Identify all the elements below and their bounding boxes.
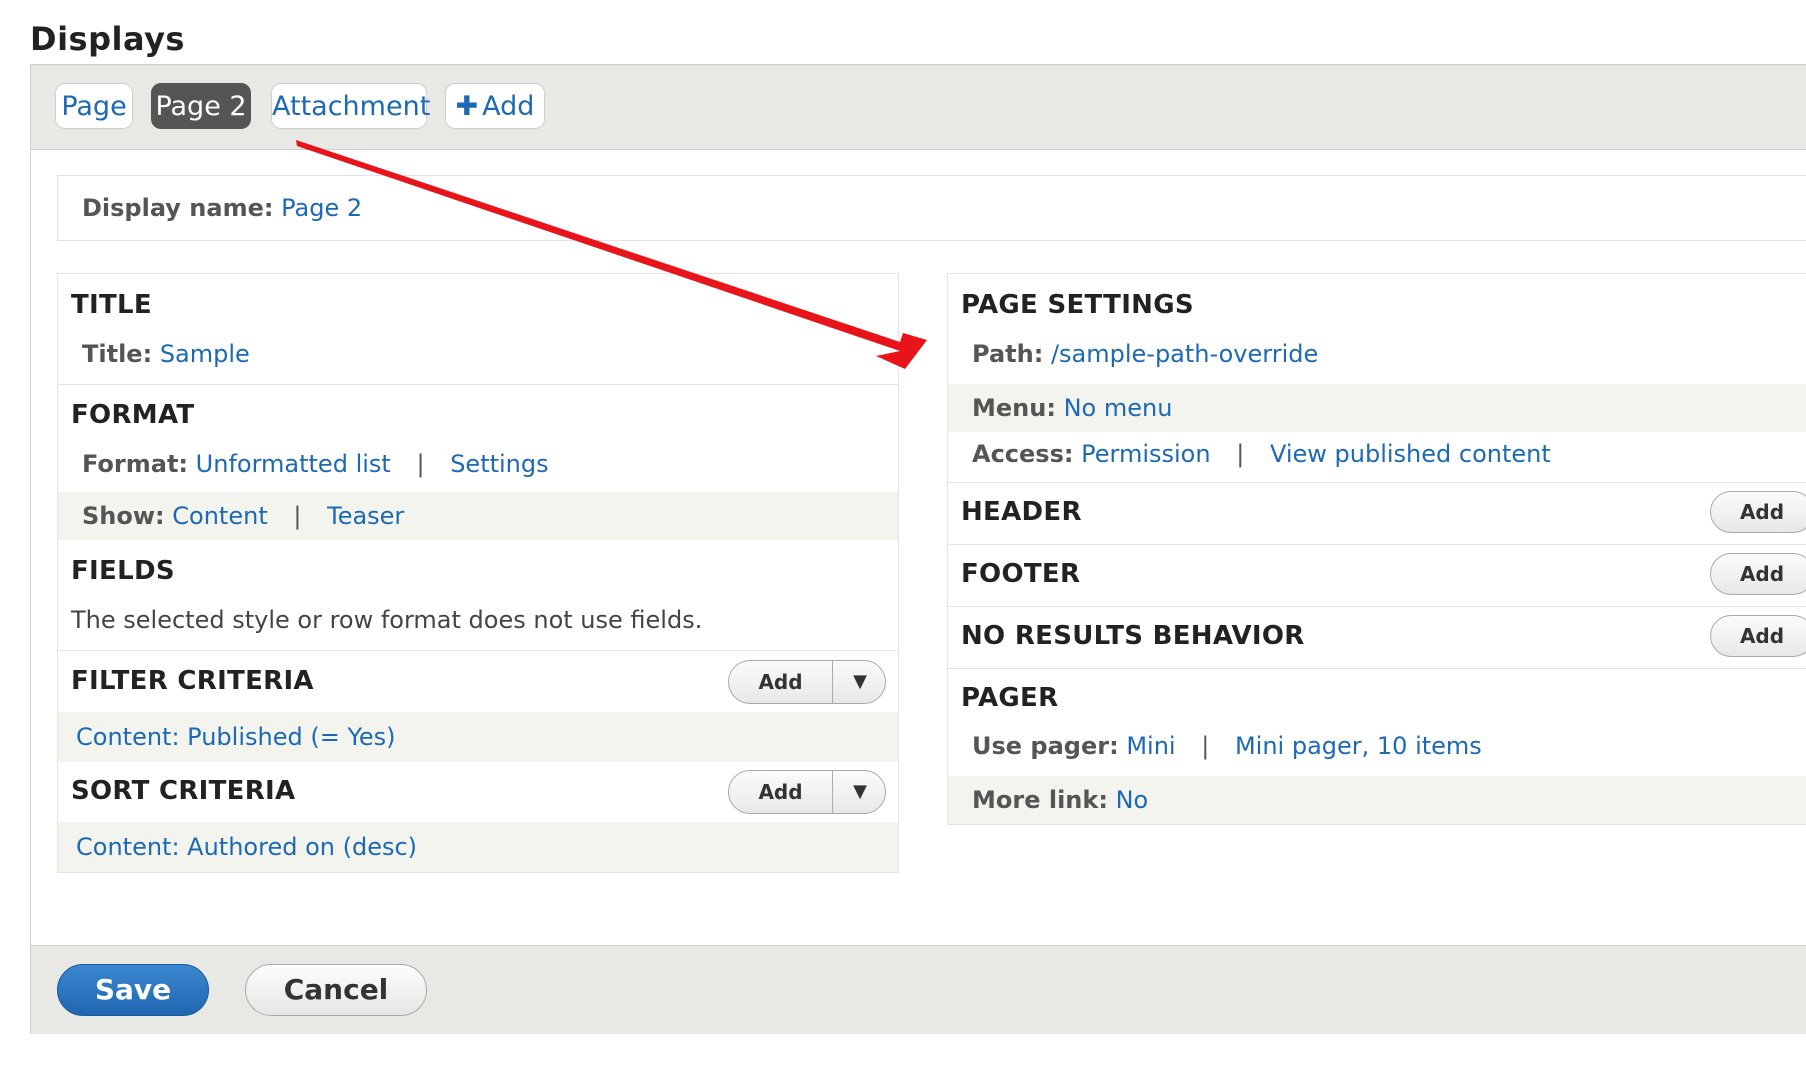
use-pager-row: Use pager: Mini | Mini pager, 10 items xyxy=(948,732,1806,760)
tab-page[interactable]: Page xyxy=(55,83,133,129)
plus-icon: ✚ xyxy=(455,91,479,122)
tab-page-2[interactable]: Page 2 xyxy=(151,83,251,129)
sort-add-dropbutton: Add ▼ xyxy=(728,770,886,814)
use-pager-link[interactable]: Mini xyxy=(1126,732,1175,760)
tab-attachment[interactable]: Attachment xyxy=(271,83,430,129)
right-column: PAGE SETTINGS Path: /sample-path-overrid… xyxy=(947,273,1806,825)
display-name-bar: Display name: Page 2 xyxy=(57,175,1806,241)
footer-add-button[interactable]: Add xyxy=(1710,553,1806,595)
more-link-link[interactable]: No xyxy=(1116,786,1149,814)
no-results-heading: NO RESULTS BEHAVIOR xyxy=(961,621,1305,651)
sort-item-link[interactable]: Content: Authored on (desc) xyxy=(76,833,417,861)
form-actions: Save Cancel xyxy=(31,945,1806,1034)
access-row: Access: Permission | View published cont… xyxy=(948,440,1806,468)
filter-item-link[interactable]: Content: Published (= Yes) xyxy=(76,723,396,751)
title-link[interactable]: Sample xyxy=(160,340,250,368)
format-section-heading: FORMAT xyxy=(71,400,195,430)
menu-row: Menu: No menu xyxy=(948,384,1806,432)
menu-link[interactable]: No menu xyxy=(1064,394,1173,422)
title-label: Title: xyxy=(82,340,153,368)
page-settings-heading: PAGE SETTINGS xyxy=(961,290,1194,320)
separator: | xyxy=(1236,440,1245,468)
sort-item: Content: Authored on (desc) xyxy=(58,822,898,872)
path-row: Path: /sample-path-override xyxy=(948,340,1806,368)
fields-note: The selected style or row format does no… xyxy=(71,606,703,634)
format-link[interactable]: Unformatted list xyxy=(196,450,391,478)
pager-options-link[interactable]: Mini pager, 10 items xyxy=(1235,732,1482,760)
filter-item: Content: Published (= Yes) xyxy=(58,712,898,762)
display-name-label: Display name: xyxy=(82,194,274,222)
access-permission-link[interactable]: View published content xyxy=(1270,440,1551,468)
pager-heading: PAGER xyxy=(948,668,1806,713)
path-link[interactable]: /sample-path-override xyxy=(1051,340,1318,368)
divider xyxy=(58,384,898,385)
add-display-button[interactable]: ✚ Add xyxy=(445,83,545,129)
sort-add-button[interactable]: Add xyxy=(729,771,833,813)
filter-add-dropbutton: Add ▼ xyxy=(728,660,886,704)
filter-add-button[interactable]: Add xyxy=(729,661,833,703)
path-label: Path: xyxy=(972,340,1044,368)
header-section: HEADER Add xyxy=(948,482,1806,544)
separator: | xyxy=(1201,732,1210,760)
display-tabs: Page Page 2 Attachment ✚ Add xyxy=(31,65,1806,150)
chevron-down-icon[interactable]: ▼ xyxy=(833,661,885,703)
fields-section-heading: FIELDS xyxy=(71,556,175,586)
format-settings-link[interactable]: Settings xyxy=(450,450,548,478)
no-results-section: NO RESULTS BEHAVIOR Add xyxy=(948,606,1806,668)
cancel-button[interactable]: Cancel xyxy=(245,964,427,1016)
more-link-row: More link: No xyxy=(948,776,1806,824)
show-link[interactable]: Content xyxy=(172,502,267,530)
filter-criteria-heading: FILTER CRITERIA xyxy=(71,666,314,696)
filter-criteria-header: FILTER CRITERIA Add ▼ xyxy=(58,650,898,712)
title-row: Title: Sample xyxy=(58,340,898,368)
access-link[interactable]: Permission xyxy=(1081,440,1210,468)
teaser-link[interactable]: Teaser xyxy=(327,502,404,530)
views-edit-panel: Page Page 2 Attachment ✚ Add Display name… xyxy=(30,64,1806,1034)
save-button[interactable]: Save xyxy=(57,964,209,1016)
separator: | xyxy=(293,502,302,530)
title-section-heading: TITLE xyxy=(71,290,152,320)
format-label: Format: xyxy=(82,450,189,478)
sort-criteria-header: SORT CRITERIA Add ▼ xyxy=(58,762,898,824)
header-add-button[interactable]: Add xyxy=(1710,491,1806,533)
sort-criteria-heading: SORT CRITERIA xyxy=(71,776,296,806)
separator: | xyxy=(416,450,425,478)
chevron-down-icon[interactable]: ▼ xyxy=(833,771,885,813)
menu-label: Menu: xyxy=(972,394,1056,422)
no-results-add-button[interactable]: Add xyxy=(1710,615,1806,657)
display-name-link[interactable]: Page 2 xyxy=(281,194,362,222)
left-column: TITLE Title: Sample FORMAT Format: Unfor… xyxy=(57,273,899,873)
more-link-label: More link: xyxy=(972,786,1108,814)
footer-section: FOOTER Add xyxy=(948,544,1806,606)
show-row: Show: Content | Teaser xyxy=(58,492,898,540)
footer-heading: FOOTER xyxy=(961,559,1081,589)
displays-heading: Displays xyxy=(30,20,185,58)
use-pager-label: Use pager: xyxy=(972,732,1119,760)
access-label: Access: xyxy=(972,440,1074,468)
add-display-label: Add xyxy=(482,91,535,122)
format-row: Format: Unformatted list | Settings xyxy=(58,450,898,478)
header-heading: HEADER xyxy=(961,497,1082,527)
show-label: Show: xyxy=(82,502,165,530)
